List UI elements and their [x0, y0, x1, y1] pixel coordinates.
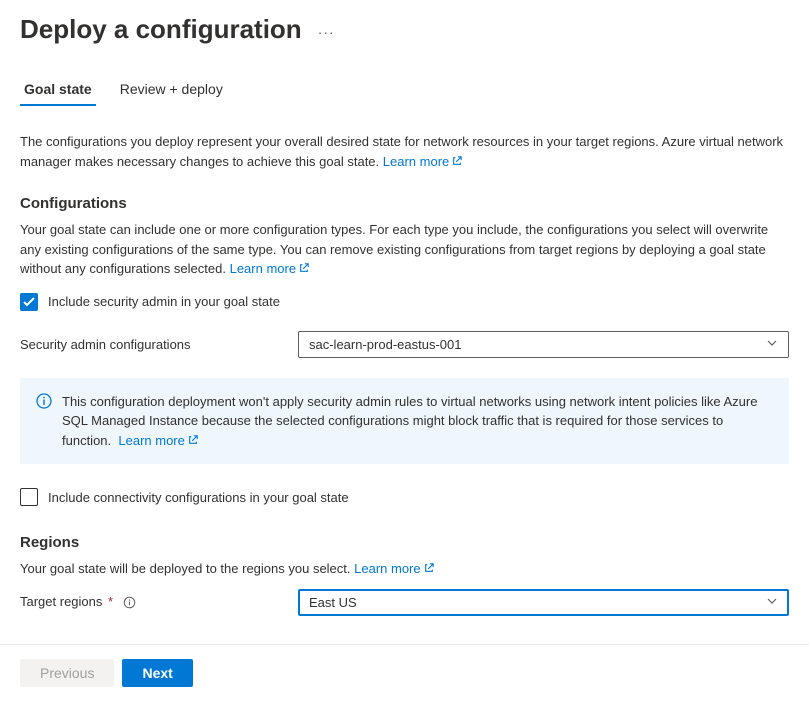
- tab-goal-state[interactable]: Goal state: [20, 73, 96, 105]
- tabs: Goal state Review + deploy: [20, 73, 789, 106]
- security-config-select[interactable]: sac-learn-prod-eastus-001: [298, 331, 789, 358]
- security-config-label: Security admin configurations: [20, 337, 298, 352]
- footer: Previous Next: [0, 644, 809, 701]
- configurations-heading: Configurations: [20, 195, 789, 212]
- tab-review-deploy[interactable]: Review + deploy: [116, 73, 227, 105]
- target-regions-value: East US: [309, 595, 357, 610]
- external-link-icon: [188, 431, 198, 451]
- chevron-down-icon: [766, 337, 778, 352]
- intro-learn-more-link[interactable]: Learn more: [383, 154, 462, 169]
- include-security-label: Include security admin in your goal stat…: [48, 294, 280, 309]
- previous-button[interactable]: Previous: [20, 659, 114, 687]
- regions-heading: Regions: [20, 534, 789, 551]
- configurations-desc: Your goal state can include one or more …: [20, 220, 789, 279]
- intro-text: The configurations you deploy represent …: [20, 132, 789, 171]
- configurations-body: Your goal state can include one or more …: [20, 222, 768, 276]
- next-button[interactable]: Next: [122, 659, 192, 687]
- regions-learn-more-link[interactable]: Learn more: [354, 561, 433, 576]
- include-connectivity-checkbox[interactable]: [20, 488, 38, 506]
- security-config-value: sac-learn-prod-eastus-001: [309, 337, 461, 352]
- include-security-checkbox[interactable]: [20, 293, 38, 311]
- info-box: This configuration deployment won't appl…: [20, 378, 789, 465]
- info-learn-more-link[interactable]: Learn more: [118, 433, 197, 448]
- more-actions-icon[interactable]: ···: [318, 20, 335, 40]
- external-link-icon: [299, 259, 309, 279]
- regions-desc: Your goal state will be deployed to the …: [20, 559, 789, 579]
- target-regions-label: Target regions *: [20, 594, 298, 610]
- info-icon: [36, 393, 52, 451]
- external-link-icon: [452, 152, 462, 172]
- regions-body: Your goal state will be deployed to the …: [20, 561, 351, 576]
- target-regions-select[interactable]: East US: [298, 589, 789, 616]
- include-connectivity-label: Include connectivity configurations in y…: [48, 490, 349, 505]
- required-indicator: *: [104, 594, 113, 609]
- page-title: Deploy a configuration: [20, 14, 302, 45]
- configurations-learn-more-link[interactable]: Learn more: [230, 261, 309, 276]
- external-link-icon: [424, 559, 434, 579]
- info-icon[interactable]: [123, 596, 137, 610]
- chevron-down-icon: [766, 595, 778, 610]
